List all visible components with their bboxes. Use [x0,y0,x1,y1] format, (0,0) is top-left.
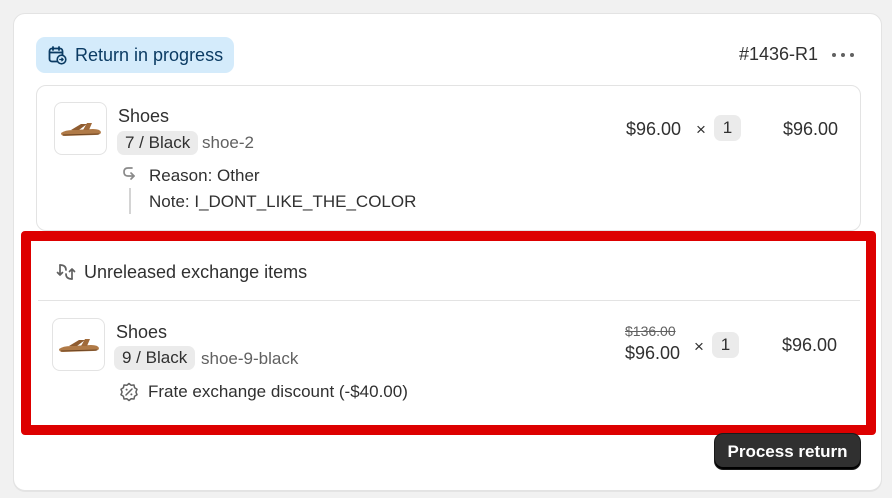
order-id: #1436-R1 [738,44,818,64]
return-line-item: Shoes 7 / Black shoe-2 $96.00 × 1 $96.00… [36,85,861,231]
exchange-arrows-icon [56,262,76,282]
exchange-section: Unreleased exchange items Shoes 9 / Blac… [38,244,860,424]
return-reason: Reason: Other [149,166,260,185]
status-badge-label: Return in progress [75,44,224,65]
product-thumbnail [52,318,105,371]
exchange-header-label: Unreleased exchange items [84,261,308,282]
sandal-image [58,338,99,352]
original-price: $136.00 [625,323,676,339]
times-sign: × [696,120,706,139]
process-return-button[interactable]: Process return [715,434,860,469]
exchange-item-sku: shoe-9-black [201,349,299,368]
item-sku: shoe-2 [202,133,254,152]
item-title[interactable]: Shoes [118,106,169,127]
note-divider [129,188,131,214]
variant-badge: 7 / Black [117,131,199,155]
return-in-progress-icon [47,45,67,65]
times-sign: × [694,337,704,356]
discount-badge-icon [119,382,139,407]
product-thumbnail [54,102,107,155]
quantity-badge: 1 [714,115,741,141]
item-total: $96.00 [783,119,839,139]
sandal-image [60,122,101,136]
return-note: Note: I_DONT_LIKE_THE_COLOR [149,192,417,211]
item-price: $96.00 [626,119,682,139]
exchange-header: Unreleased exchange items [38,244,860,301]
exchange-variant-badge: 9 / Black [114,346,196,370]
more-actions-icon[interactable] [832,52,854,58]
exchange-item-total: $96.00 [782,335,838,355]
return-arrow-icon [121,165,139,188]
exchange-quantity-badge: 1 [712,332,739,358]
exchange-item-price: $96.00 [625,343,681,363]
return-status-badge: Return in progress [36,37,235,73]
exchange-discount: Frate exchange discount (-$40.00) [148,382,408,401]
exchange-item-title[interactable]: Shoes [116,322,167,343]
